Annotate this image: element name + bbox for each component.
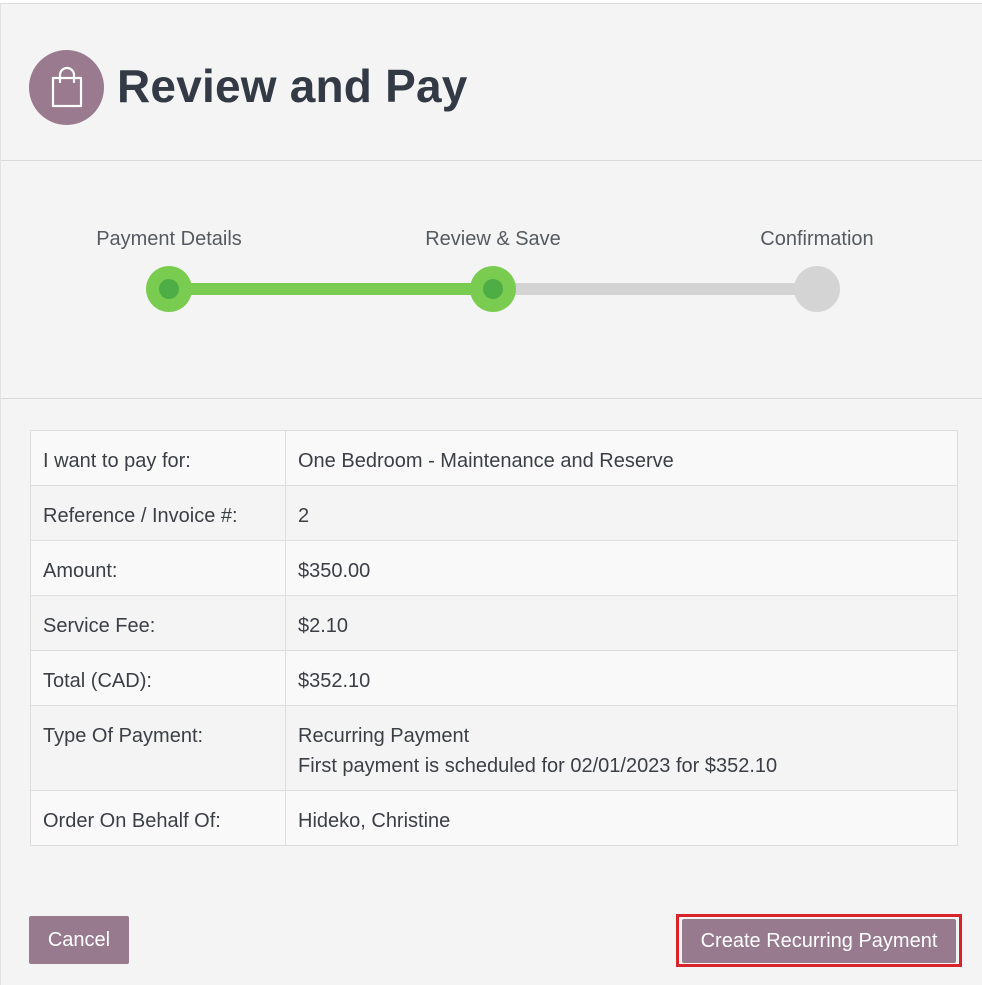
create-recurring-payment-button[interactable]: Create Recurring Payment [682,919,956,963]
row-label: Reference / Invoice #: [30,485,286,541]
row-value: $2.10 [285,595,958,651]
table-row: Reference / Invoice #: 2 [30,485,958,541]
row-label: Total (CAD): [30,650,286,706]
create-button-highlight: Create Recurring Payment [676,914,962,967]
step-dot-confirmation [794,266,840,312]
row-label: Order On Behalf Of: [30,790,286,846]
row-value: $350.00 [285,540,958,596]
payment-type-value: Recurring Payment [298,725,470,747]
row-label: I want to pay for: [30,430,286,486]
step-label-payment-details: Payment Details [96,228,242,250]
cancel-button[interactable]: Cancel [29,916,129,964]
progress-track-complete [169,283,493,295]
row-label: Type Of Payment: [30,705,286,791]
payment-details-table: I want to pay for: One Bedroom - Mainten… [30,430,958,846]
row-value: $352.10 [285,650,958,706]
step-label-review-save: Review & Save [425,228,561,250]
row-label: Service Fee: [30,595,286,651]
page-title: Review and Pay [117,60,468,112]
table-row: Type Of Payment: Recurring Payment First… [30,705,958,791]
row-value: Hideko, Christine [285,790,958,846]
step-dot-review-save [470,266,516,312]
shopping-bag-icon [29,50,104,125]
review-and-pay-page: Review and Pay Payment Details Review & … [0,3,982,985]
table-row: Amount: $350.00 [30,540,958,596]
row-value: One Bedroom - Maintenance and Reserve [285,430,958,486]
table-row: Total (CAD): $352.10 [30,650,958,706]
step-label-confirmation: Confirmation [760,228,874,250]
progress-track-pending [493,283,817,295]
payment-schedule-note: First payment is scheduled for 02/01/202… [298,755,778,777]
step-dot-payment-details [146,266,192,312]
page-header: Review and Pay [1,4,982,161]
row-label: Amount: [30,540,286,596]
table-row: Service Fee: $2.10 [30,595,958,651]
progress-stepper: Payment Details Review & Save Confirmati… [1,161,982,399]
table-row: Order On Behalf Of: Hideko, Christine [30,790,958,846]
table-row: I want to pay for: One Bedroom - Mainten… [30,430,958,486]
row-value: 2 [285,485,958,541]
row-value: Recurring Payment First payment is sched… [285,705,958,791]
